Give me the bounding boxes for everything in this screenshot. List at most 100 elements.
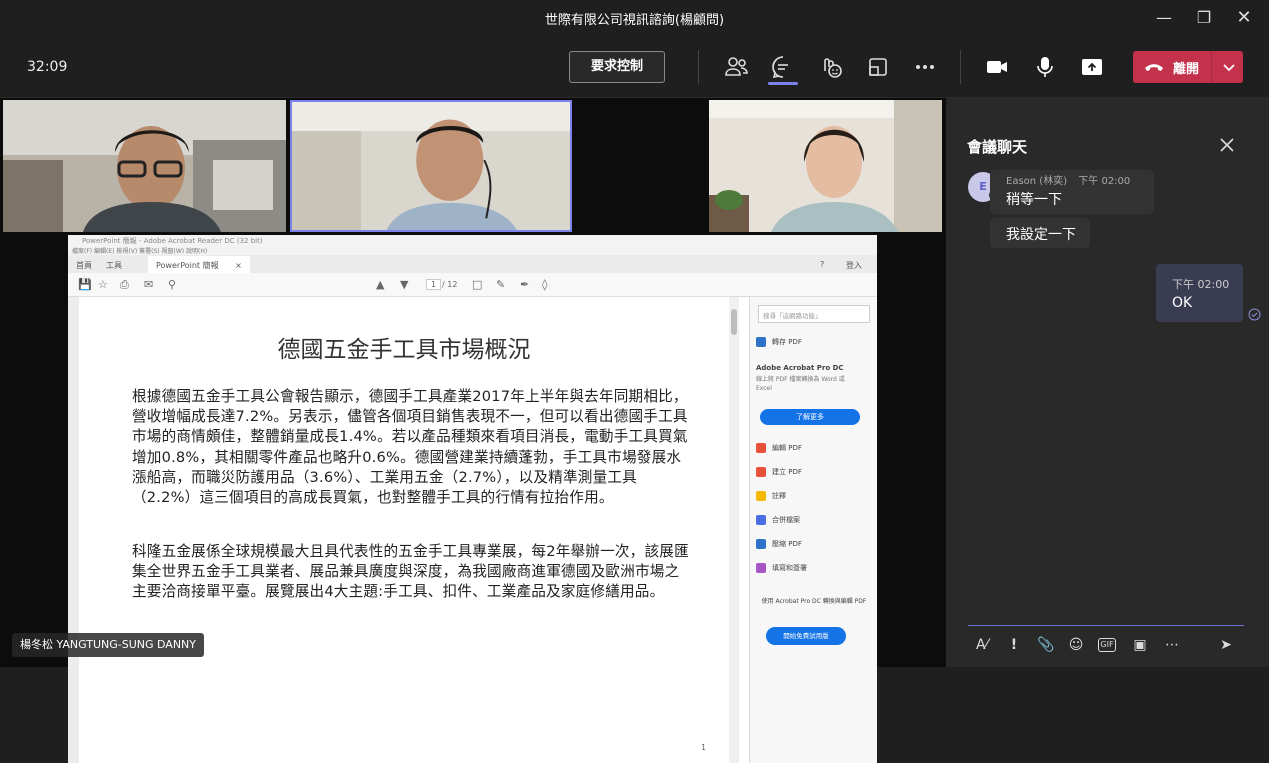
create-pdf-item[interactable]: 建立 PDF <box>756 465 802 479</box>
print-icon[interactable]: ⎙ <box>120 278 129 292</box>
participant-video-2[interactable] <box>290 100 572 232</box>
tools-search-input[interactable]: 搜尋「這網路功能」 <box>758 305 870 323</box>
combine-item[interactable]: 合併檔案 <box>756 513 800 527</box>
compress-icon <box>756 539 766 549</box>
my-chat-message[interactable]: 下午 02:00 OK <box>1156 264 1243 322</box>
read-receipt-icon <box>1248 308 1261 321</box>
message-time: 下午 02:00 <box>1078 176 1131 187</box>
comment-icon[interactable]: □ <box>472 278 482 291</box>
microphone-icon[interactable] <box>1031 53 1059 81</box>
sticker-icon[interactable]: ▣ <box>1130 635 1150 655</box>
compose-toolbar: A⁄ ! 📎 ☺ GIF ▣ ⋯ ➤ <box>966 631 1256 659</box>
acrobat-toolbar: 💾 ☆ ⎙ ✉ ⚲ ▲ ▼ 1 / 12 □ ✎ ✒ ◊ <box>68 273 877 297</box>
combine-icon <box>756 515 766 525</box>
chat-message[interactable]: Eason (林奕) 下午 02:00 稍等一下 <box>990 170 1154 214</box>
compress-item[interactable]: 壓縮 PDF <box>756 537 802 551</box>
chat-icon[interactable] <box>769 53 797 81</box>
tab-document-label: PowerPoint 簡報 <box>156 261 219 270</box>
comment-tool-icon <box>756 491 766 501</box>
free-trial-button[interactable]: 開始免費試用版 <box>766 627 846 645</box>
sign-icon[interactable]: ✒ <box>520 278 529 291</box>
breakout-rooms-icon[interactable] <box>864 53 892 81</box>
email-icon[interactable]: ✉ <box>144 278 153 291</box>
toolbar-divider <box>698 50 699 84</box>
zoom-icon[interactable]: ⚲ <box>168 278 176 291</box>
acrobat-menu-bar: 檔案(F) 編輯(E) 檢視(V) 簽署(S) 視窗(W) 說明(H) <box>72 248 208 255</box>
fill-sign-item[interactable]: 填寫和簽署 <box>756 561 807 575</box>
title-bar: 世際有限公司視訊諮詢(楊顧問) — ❐ ✕ <box>0 0 1269 36</box>
window-title: 世際有限公司視訊諮詢(楊顧問) <box>544 13 725 28</box>
minimize-icon[interactable]: — <box>1152 6 1176 30</box>
meeting-toolbar: 32:09 要求控制 離開 <box>0 36 1269 98</box>
chat-active-indicator <box>768 82 798 85</box>
page-up-icon[interactable]: ▲ <box>376 278 384 291</box>
promo-title: Adobe Acrobat Pro DC <box>756 364 844 372</box>
edit-pdf-item[interactable]: 編輯 PDF <box>756 441 802 455</box>
page-number-input[interactable]: 1 <box>426 279 442 290</box>
more-options-icon[interactable]: ⋯ <box>1162 635 1182 655</box>
tab-close-icon[interactable]: × <box>235 261 242 270</box>
more-actions-icon[interactable] <box>911 53 939 81</box>
emoji-icon[interactable]: ☺ <box>1066 635 1086 655</box>
toolbar-divider <box>960 50 961 84</box>
export-pdf-label: 轉存 PDF <box>772 338 802 346</box>
leave-label: 離開 <box>1173 62 1200 77</box>
leave-button[interactable]: 離開 <box>1133 51 1243 83</box>
close-window-icon[interactable]: ✕ <box>1232 6 1256 30</box>
page-down-icon[interactable]: ▼ <box>400 278 408 291</box>
gif-icon[interactable]: GIF <box>1098 638 1116 652</box>
close-icon[interactable] <box>1218 136 1236 154</box>
promo-text: 線上將 PDF 檔案轉換為 Word 或 Excel <box>756 376 845 392</box>
share-screen-icon[interactable] <box>1078 53 1106 81</box>
sign-in-link[interactable]: 登入 <box>846 260 862 271</box>
important-icon[interactable]: ! <box>1004 635 1024 655</box>
compose-underline <box>968 625 1244 626</box>
message-text: 稍等一下 <box>1006 192 1062 208</box>
request-control-button[interactable]: 要求控制 <box>569 51 665 83</box>
maximize-icon[interactable]: ❐ <box>1192 6 1216 30</box>
reactions-icon[interactable] <box>816 53 844 81</box>
tab-document[interactable]: PowerPoint 簡報 × <box>148 256 250 273</box>
presenter-name-badge: 楊冬松 YANGTUNG-SUNG DANNY <box>12 633 204 657</box>
avatar-initial: E <box>979 180 987 193</box>
hang-up-icon <box>1145 64 1163 71</box>
my-message-text: OK <box>1172 295 1193 311</box>
help-icon[interactable]: ? <box>820 260 824 269</box>
doc-page-number: 1 <box>701 743 707 752</box>
create-pdf-label: 建立 PDF <box>772 468 802 476</box>
format-icon[interactable]: A⁄ <box>972 635 992 655</box>
star-icon[interactable]: ☆ <box>98 278 108 291</box>
pdf-page: 德國五金手工具市場概況 根據德國五金手工具公會報告顯示，德國手工具產業2017年… <box>68 297 729 763</box>
comment-label: 註釋 <box>772 492 786 500</box>
chat-message[interactable]: 我設定一下 <box>990 218 1090 248</box>
tab-tools[interactable]: 工具 <box>106 260 122 271</box>
fill-sign-icon <box>756 563 766 573</box>
create-pdf-icon <box>756 467 766 477</box>
fill-sign-label: 填寫和簽署 <box>772 564 807 572</box>
save-icon[interactable]: 💾 <box>78 278 92 291</box>
tag-icon[interactable]: ◊ <box>542 278 547 291</box>
pen-icon[interactable]: ✎ <box>496 278 505 291</box>
comment-item[interactable]: 註釋 <box>756 489 786 503</box>
chevron-down-icon[interactable] <box>1219 57 1239 77</box>
shared-screen[interactable]: PowerPoint 簡報 - Adobe Acrobat Reader DC … <box>68 235 877 763</box>
participants-icon[interactable] <box>722 53 750 81</box>
pdf-scroll-thumb[interactable] <box>731 309 737 335</box>
pdf-scrollbar[interactable] <box>729 297 739 763</box>
export-pdf-item[interactable]: 轉存 PDF <box>756 335 802 349</box>
leave-divider <box>1211 51 1212 83</box>
camera-icon[interactable] <box>983 53 1011 81</box>
compress-label: 壓縮 PDF <box>772 540 802 548</box>
edit-pdf-label: 編輯 PDF <box>772 444 802 452</box>
participant-video-3[interactable] <box>709 100 942 232</box>
doc-title: 德國五金手工具市場概況 <box>277 337 531 363</box>
message-text: 我設定一下 <box>1006 227 1076 243</box>
acrobat-tools-pane: 搜尋「這網路功能」 轉存 PDF Adobe Acrobat Pro DC 線上… <box>749 297 877 763</box>
video-stage: PowerPoint 簡報 - Adobe Acrobat Reader DC … <box>0 98 946 763</box>
message-sender: Eason (林奕) <box>1006 176 1068 187</box>
tab-home[interactable]: 首頁 <box>76 260 92 271</box>
attach-icon[interactable]: 📎 <box>1036 635 1056 655</box>
learn-more-button[interactable]: 了解更多 <box>760 409 860 425</box>
participant-video-1[interactable] <box>3 100 286 232</box>
send-icon[interactable]: ➤ <box>1216 635 1236 655</box>
